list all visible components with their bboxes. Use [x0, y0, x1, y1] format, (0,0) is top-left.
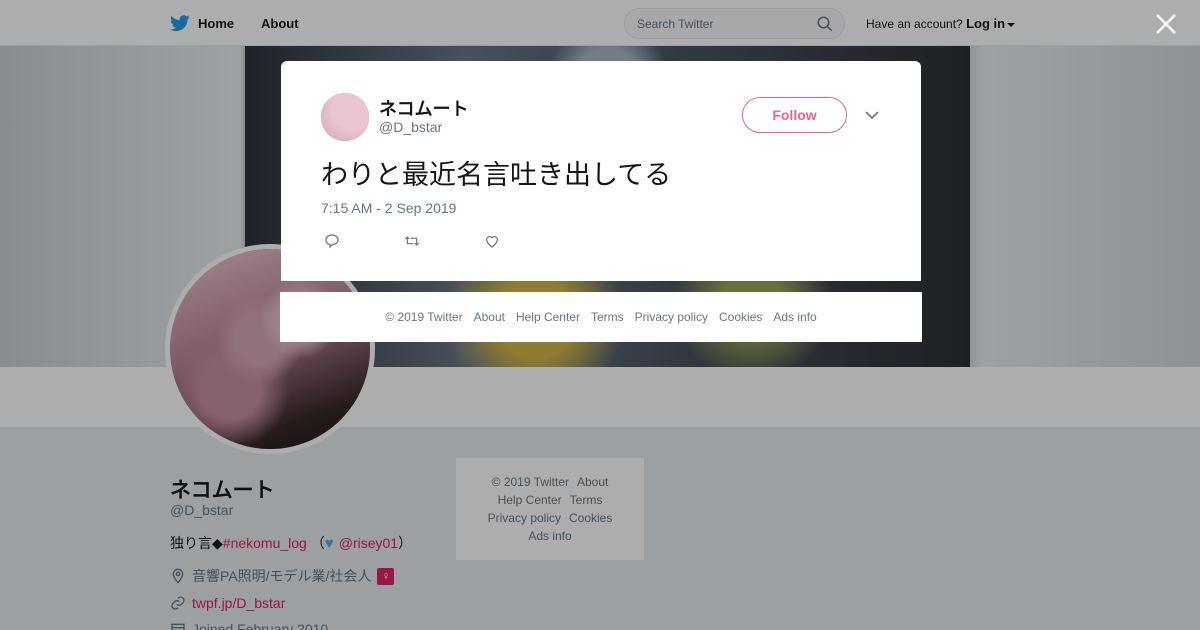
tweet-author-name[interactable]: ネコムート — [379, 95, 469, 121]
tweet-timestamp[interactable]: 7:15 AM - 2 Sep 2019 — [321, 200, 456, 216]
tweet-author-handle[interactable]: @D_bstar — [379, 119, 442, 135]
tweet-text: わりと最近名言吐き出してる — [321, 160, 672, 190]
footer-about-link[interactable]: About — [474, 310, 505, 324]
chevron-down-icon[interactable] — [865, 109, 879, 121]
footer-copyright: © 2019 Twitter — [385, 310, 463, 324]
like-heart-icon[interactable] — [483, 233, 501, 249]
footer-terms-link[interactable]: Terms — [591, 310, 624, 324]
footer-cookies-link[interactable]: Cookies — [719, 310, 762, 324]
tweet-author-avatar[interactable] — [321, 93, 369, 141]
tweet-avatar-photo — [321, 93, 369, 141]
modal-footer: © 2019 Twitter About Help Center Terms P… — [280, 292, 922, 342]
tweet-modal: ネコムート @D_bstar Follow わりと最近名言吐き出してる 7:15… — [281, 61, 921, 281]
footer-help-link[interactable]: Help Center — [516, 310, 580, 324]
close-icon[interactable] — [1154, 12, 1178, 36]
footer-ads-link[interactable]: Ads info — [773, 310, 816, 324]
footer-privacy-link[interactable]: Privacy policy — [635, 310, 708, 324]
retweet-icon[interactable] — [403, 233, 421, 249]
reply-icon[interactable] — [323, 233, 341, 249]
follow-button[interactable]: Follow — [742, 97, 847, 133]
